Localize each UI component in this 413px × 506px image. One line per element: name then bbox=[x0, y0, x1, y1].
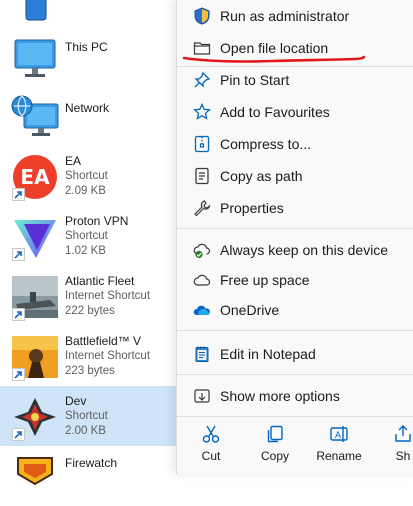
menu-item-label: Always keep on this device bbox=[220, 242, 389, 258]
shortcut-arrow-icon bbox=[12, 428, 25, 441]
quick-action-rename[interactable]: A Rename bbox=[309, 418, 369, 468]
menu-divider bbox=[177, 228, 413, 229]
file-size: 222 bytes bbox=[65, 305, 115, 317]
menu-item-free-up-space[interactable]: Free up space bbox=[183, 266, 411, 294]
menu-item-onedrive[interactable]: OneDrive bbox=[183, 296, 411, 324]
copy-icon bbox=[265, 424, 285, 444]
list-item-ea[interactable]: EA EA Shortcut 2.09 KB bbox=[0, 146, 178, 206]
menu-item-open-file-location[interactable]: Open file location bbox=[183, 34, 411, 62]
list-item-battlefield-v[interactable]: Battlefield™ V Internet Shortcut 223 byt… bbox=[0, 326, 178, 386]
wrench-icon bbox=[193, 199, 211, 217]
shortcut-arrow-icon bbox=[12, 308, 25, 321]
firewatch-icon bbox=[10, 454, 60, 500]
file-size: 2.09 KB bbox=[65, 185, 106, 197]
rename-icon: A bbox=[329, 424, 349, 444]
menu-divider bbox=[177, 416, 413, 417]
file-type: Shortcut bbox=[65, 230, 108, 242]
file-name: Network bbox=[65, 101, 110, 115]
cloud-sync-icon bbox=[193, 241, 211, 259]
shield-icon bbox=[193, 7, 211, 25]
menu-item-compress-to[interactable]: Compress to... bbox=[183, 130, 411, 158]
svg-text:EA: EA bbox=[20, 165, 50, 189]
list-item-firewatch[interactable]: Firewatch bbox=[0, 446, 178, 506]
context-menu: Run as administrator Open file location … bbox=[176, 0, 413, 474]
quick-action-cut[interactable]: Cut bbox=[181, 418, 241, 468]
menu-item-label: Add to Favourites bbox=[220, 104, 330, 120]
menu-item-label: OneDrive bbox=[220, 302, 280, 318]
network-icon bbox=[10, 94, 60, 140]
menu-item-copy-as-path[interactable]: Copy as path bbox=[183, 162, 411, 190]
file-list: This PC Network EA EA Shortcut 2.09 KB P… bbox=[0, 0, 178, 486]
shortcut-arrow-icon bbox=[12, 248, 25, 261]
star-icon bbox=[193, 103, 211, 121]
shortcut-arrow-icon bbox=[12, 188, 25, 201]
notepad-icon bbox=[193, 345, 211, 363]
menu-item-add-to-favourites[interactable]: Add to Favourites bbox=[183, 98, 411, 126]
list-item-network[interactable]: Network bbox=[0, 86, 178, 146]
menu-item-always-keep-on-this-device[interactable]: Always keep on this device bbox=[183, 236, 411, 264]
copy-path-icon bbox=[193, 167, 211, 185]
file-name: EA bbox=[65, 154, 82, 168]
menu-item-label: Run as administrator bbox=[220, 8, 350, 24]
menu-item-label: Copy as path bbox=[220, 168, 303, 184]
file-type: Shortcut bbox=[65, 170, 108, 182]
menu-item-label: Show more options bbox=[220, 388, 340, 404]
menu-item-label: Free up space bbox=[220, 272, 310, 288]
file-size: 2.00 KB bbox=[65, 425, 106, 437]
list-item-dev[interactable]: Dev Shortcut 2.00 KB bbox=[0, 386, 178, 446]
phone-link-icon bbox=[10, 0, 60, 26]
quick-action-copy[interactable]: Copy bbox=[245, 418, 305, 468]
menu-item-label: Open file location bbox=[220, 40, 329, 56]
file-type: Internet Shortcut bbox=[65, 350, 151, 362]
file-name: Firewatch bbox=[65, 456, 118, 470]
file-name: Battlefield™ V bbox=[65, 334, 142, 348]
file-type: Internet Shortcut bbox=[65, 290, 151, 302]
file-name: This PC bbox=[65, 40, 108, 54]
list-item-this-pc[interactable]: This PC bbox=[0, 26, 178, 86]
file-size: 1.02 KB bbox=[65, 245, 106, 257]
menu-item-pin-to-start[interactable]: Pin to Start bbox=[183, 66, 411, 94]
menu-item-properties[interactable]: Properties bbox=[183, 194, 411, 222]
menu-item-run-as-administrator[interactable]: Run as administrator bbox=[183, 2, 411, 30]
share-icon bbox=[393, 424, 413, 444]
menu-item-label: Properties bbox=[220, 200, 284, 216]
menu-divider bbox=[177, 330, 413, 331]
menu-item-label: Compress to... bbox=[220, 136, 312, 152]
svg-text:A: A bbox=[335, 431, 342, 441]
show-more-icon bbox=[193, 387, 211, 405]
quick-action-label: Cut bbox=[201, 449, 221, 463]
quick-action-share[interactable]: Sh bbox=[373, 418, 413, 468]
shortcut-arrow-icon bbox=[12, 368, 25, 381]
file-name: Atlantic Fleet bbox=[65, 274, 135, 288]
menu-item-label: Pin to Start bbox=[220, 72, 290, 88]
menu-divider bbox=[177, 374, 413, 375]
list-item-proton-vpn[interactable]: Proton VPN Shortcut 1.02 KB bbox=[0, 206, 178, 266]
menu-item-show-more-options[interactable]: Show more options bbox=[183, 382, 411, 410]
file-size: 223 bytes bbox=[65, 365, 115, 377]
file-name: Dev bbox=[65, 394, 87, 408]
zip-icon bbox=[193, 135, 211, 153]
this-pc-icon bbox=[10, 34, 60, 80]
quick-action-label: Rename bbox=[316, 449, 362, 463]
file-name: Proton VPN bbox=[65, 214, 129, 228]
menu-item-edit-in-notepad[interactable]: Edit in Notepad bbox=[183, 340, 411, 368]
quick-action-label: Copy bbox=[260, 449, 289, 463]
onedrive-icon bbox=[193, 301, 211, 319]
list-item-atlantic-fleet[interactable]: Atlantic Fleet Internet Shortcut 222 byt… bbox=[0, 266, 178, 326]
cut-icon bbox=[201, 424, 221, 444]
folder-icon bbox=[193, 39, 211, 57]
file-type: Shortcut bbox=[65, 410, 108, 422]
quick-action-label: Sh bbox=[395, 449, 411, 463]
menu-item-label: Edit in Notepad bbox=[220, 346, 316, 362]
pin-icon bbox=[193, 71, 211, 89]
cloud-icon bbox=[193, 271, 211, 289]
